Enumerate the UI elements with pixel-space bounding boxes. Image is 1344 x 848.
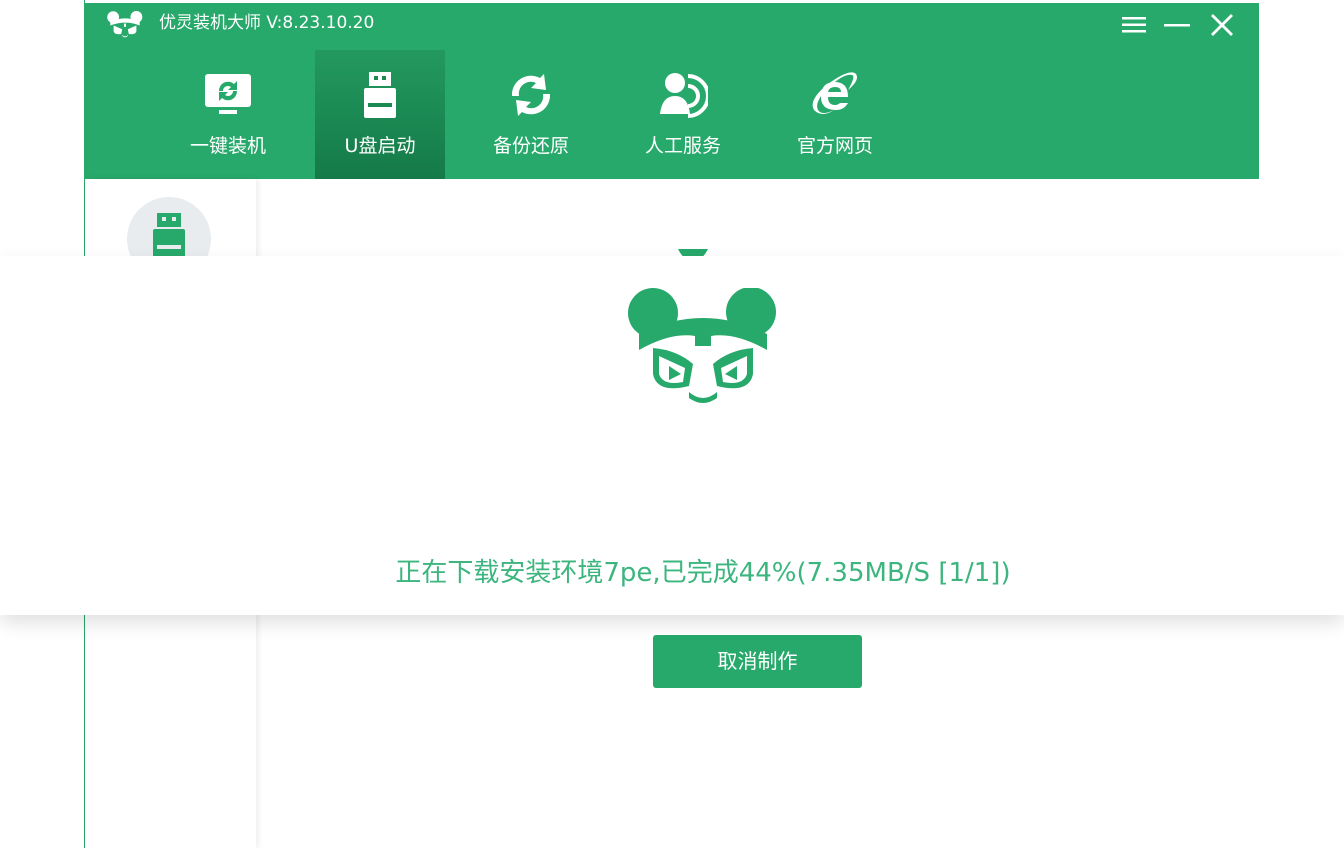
nav-item-one-click-install[interactable]: 一键装机: [163, 50, 293, 179]
cancel-button[interactable]: 取消制作: [653, 635, 862, 688]
panda-logo-icon: [628, 288, 776, 403]
close-button[interactable]: [1206, 9, 1238, 41]
usb-drive-icon: [364, 72, 396, 118]
window-title: 优灵装机大师 V:8.23.10.20: [159, 13, 375, 33]
header-bar: 优灵装机大师 V:8.23.10.20 一键装机 U盘启动 备份还原 人工服务 …: [85, 3, 1259, 179]
nav-item-backup-restore[interactable]: 备份还原: [466, 50, 596, 179]
monitor-refresh-icon: [205, 74, 251, 114]
panda-logo-icon: [107, 11, 143, 38]
backup-restore-icon: [511, 74, 551, 116]
nav-label: 一键装机: [189, 135, 266, 157]
nav-item-official-site[interactable]: 官方网页: [770, 50, 900, 179]
close-icon: [1211, 14, 1233, 36]
internet-explorer-icon: [812, 72, 857, 114]
progress-overlay: 正在下载安装环境7pe,已完成44%(7.35MB/S [1/1]): [0, 256, 1344, 615]
download-status-text: 正在下载安装环境7pe,已完成44%(7.35MB/S [1/1]): [395, 558, 1011, 588]
customer-service-icon: [660, 73, 708, 118]
nav-label: U盘启动: [344, 135, 416, 157]
menu-icon: [1122, 17, 1146, 33]
nav-label: 官方网页: [796, 135, 873, 157]
nav-label: 备份还原: [492, 135, 569, 157]
minimize-icon: [1164, 24, 1190, 27]
nav-item-customer-service[interactable]: 人工服务: [618, 50, 748, 179]
minimize-button[interactable]: [1161, 9, 1193, 41]
nav-label: 人工服务: [644, 135, 721, 157]
menu-button[interactable]: [1118, 9, 1150, 41]
nav-item-usb-boot[interactable]: U盘启动: [315, 50, 445, 179]
